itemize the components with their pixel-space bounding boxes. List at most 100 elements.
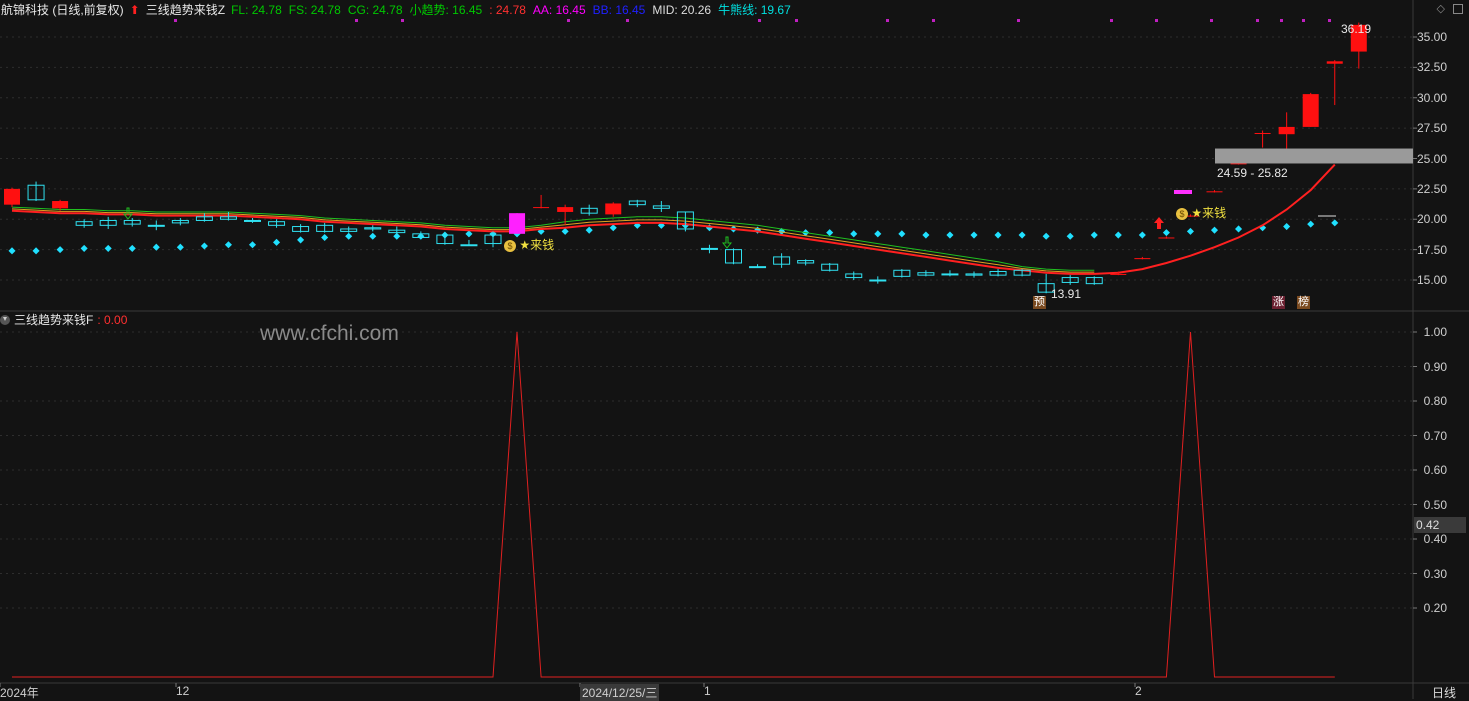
stock-name-label: 航锦科技 (日线,前复权) bbox=[1, 3, 124, 17]
signal-dot bbox=[1280, 19, 1283, 22]
candle-body bbox=[1254, 132, 1271, 134]
bull-bear-dot bbox=[224, 241, 232, 249]
magenta-marker bbox=[1174, 190, 1192, 194]
signal-text-2: ★来钱 bbox=[1191, 206, 1227, 220]
bull-bear-dot bbox=[1331, 219, 1339, 227]
signal-dot bbox=[1017, 19, 1020, 22]
candle-body bbox=[1326, 61, 1343, 64]
lower-axis-tick-label: 0.20 bbox=[1423, 601, 1447, 615]
bull-bear-dot bbox=[1162, 229, 1170, 237]
low-price-label: 13.91 bbox=[1051, 287, 1082, 301]
bull-bear-dot bbox=[1210, 226, 1219, 234]
upper-axis-tick-label: 20.00 bbox=[1416, 212, 1447, 227]
legend-item-4: : 24.78 bbox=[489, 3, 526, 17]
bull-bear-dot bbox=[104, 244, 112, 252]
legend-items: FL: 24.78 FS: 24.78 CG: 24.78 小趋势: 16.45: 2… bbox=[231, 0, 791, 20]
signal-dot bbox=[1302, 19, 1305, 22]
candle-body bbox=[605, 203, 622, 215]
bull-bear-dot bbox=[609, 224, 617, 232]
candle-body bbox=[1134, 258, 1151, 260]
bull-bear-dot bbox=[321, 233, 329, 242]
legend-item-8: 牛熊线: 19.67 bbox=[718, 3, 791, 17]
lower-axis-tick-label: 0.80 bbox=[1423, 394, 1447, 408]
candle-body bbox=[1158, 237, 1175, 239]
red-up-arrow-icon bbox=[1154, 217, 1164, 229]
bull-bear-dot bbox=[32, 247, 40, 255]
bull-bear-dot bbox=[1235, 225, 1243, 233]
signal-dot bbox=[1110, 19, 1113, 22]
candle-body bbox=[1110, 273, 1127, 275]
diamond-icon[interactable]: ◇ bbox=[1437, 2, 1445, 15]
bull-bear-dot bbox=[465, 230, 473, 238]
sub-indicator-value: : 0.00 bbox=[97, 313, 128, 327]
sub-indicator-legend: 三线趋势来钱F : 0.00 bbox=[0, 312, 127, 328]
indicator-name-label[interactable]: 三线趋势来钱Z bbox=[146, 0, 225, 20]
lower-axis-tick-label: 0.60 bbox=[1423, 463, 1447, 477]
x-axis-label: 2024年 bbox=[0, 686, 39, 700]
upper-axis-tick-label: 15.00 bbox=[1416, 273, 1447, 287]
candle-body bbox=[1230, 163, 1247, 165]
candle-body bbox=[941, 273, 959, 276]
bull-bear-dot bbox=[1307, 220, 1315, 228]
candle-body bbox=[1302, 94, 1319, 127]
candle-body bbox=[147, 224, 165, 227]
upper-axis-tick-label: 22.50 bbox=[1416, 181, 1447, 196]
bull-bear-dot bbox=[1066, 232, 1074, 240]
upper-axis-tick-label: 32.50 bbox=[1416, 60, 1447, 75]
main-indicator-legend: 航锦科技 (日线,前复权) ⬆ 三线趋势来钱Z FL: 24.78 FS: 24.… bbox=[0, 0, 791, 20]
candle-body bbox=[460, 244, 478, 247]
upper-axis-tick-label: 30.00 bbox=[1416, 90, 1447, 105]
bull-bear-dot bbox=[345, 232, 353, 240]
red-up-arrow-icon: ⬆ bbox=[129, 3, 140, 17]
upper-axis-tick-label: 25.00 bbox=[1416, 151, 1447, 166]
tag-zhang: 涨 bbox=[1272, 296, 1285, 309]
signal-dot bbox=[932, 19, 935, 22]
bull-bear-dot bbox=[1114, 231, 1122, 239]
bull-bear-dot bbox=[297, 236, 305, 244]
money-bag-icon: $ bbox=[504, 240, 516, 252]
watermark: www.cfchi.com bbox=[260, 322, 399, 345]
high-price-label: 36.19 bbox=[1341, 22, 1372, 36]
bull-bear-dot bbox=[128, 244, 136, 252]
lower-axis-tick-label: 0.70 bbox=[1423, 428, 1447, 443]
price-range-band bbox=[1215, 148, 1413, 164]
sub-indicator-name[interactable]: 三线趋势来钱F bbox=[14, 312, 93, 328]
bull-bear-dot bbox=[1018, 231, 1026, 239]
candle-body bbox=[749, 266, 767, 269]
bull-bear-dot bbox=[152, 243, 160, 251]
legend-item-3: 小趋势: 16.45 bbox=[409, 3, 483, 17]
candle-body bbox=[4, 188, 20, 205]
x-axis-label: 2 bbox=[1135, 684, 1142, 698]
period-label[interactable]: 日线 bbox=[1420, 684, 1468, 701]
candle-body bbox=[869, 279, 887, 282]
candle-body bbox=[1206, 191, 1223, 193]
signal-dot bbox=[1256, 19, 1259, 22]
legend-item-2: CG: 24.78 bbox=[347, 3, 403, 17]
bull-bear-dot bbox=[248, 241, 257, 249]
bull-bear-dot bbox=[898, 230, 906, 238]
stock-chart-canvas[interactable] bbox=[0, 0, 1469, 699]
bull-bear-dot bbox=[874, 230, 882, 238]
bull-bear-dot bbox=[1186, 227, 1194, 235]
lower-axis-tick-label: 0.30 bbox=[1423, 566, 1447, 581]
bull-bear-dot bbox=[585, 226, 593, 234]
lower-axis-tick-label: 0.40 bbox=[1423, 532, 1447, 546]
signal-label-1: $ ★来钱 bbox=[504, 236, 554, 253]
bull-bear-dot bbox=[176, 243, 184, 251]
legend-item-5: AA: 16.45 bbox=[532, 3, 586, 17]
money-bag-icon: $ bbox=[1176, 208, 1188, 220]
range-label: 24.59 - 25.82 bbox=[1217, 166, 1288, 180]
square-icon[interactable] bbox=[1453, 4, 1463, 14]
bull-bear-dot bbox=[1090, 231, 1098, 239]
dropdown-icon[interactable] bbox=[0, 315, 10, 325]
signal-dot bbox=[1210, 19, 1213, 22]
upper-axis-tick-label: 17.50 bbox=[1416, 242, 1447, 257]
bull-bear-dot bbox=[561, 227, 569, 235]
lower-axis-tick-label: 0.50 bbox=[1423, 497, 1447, 512]
x-axis-label: 2024/12/25/三 bbox=[580, 684, 660, 701]
bull-bear-dot bbox=[273, 238, 281, 246]
signal-dot bbox=[1155, 19, 1158, 22]
lower-axis-tick-label: 0.90 bbox=[1423, 359, 1447, 374]
bull-bear-dot bbox=[994, 231, 1002, 239]
tag-yu: 预 bbox=[1033, 296, 1046, 309]
